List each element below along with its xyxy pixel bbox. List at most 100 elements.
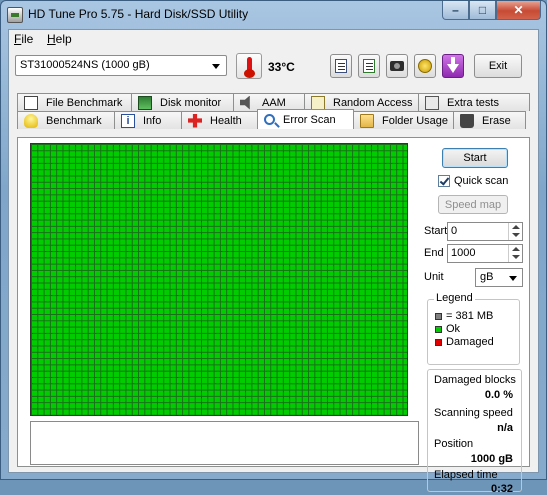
menu-file[interactable]: File [14,32,33,46]
download-button[interactable] [442,54,464,78]
end-input[interactable]: 1000 [447,244,523,263]
tab-health[interactable]: Health [181,111,258,129]
tab-label: Info [143,114,162,127]
trash-icon [460,113,474,128]
options-button[interactable] [414,54,436,78]
tab-folder-usage[interactable]: Folder Usage [353,111,454,129]
drive-select[interactable]: ST31000524NS (1000 gB) [15,55,227,76]
random-access-icon [311,95,325,110]
title-bar[interactable]: HD Tune Pro 5.75 - Hard Disk/SSD Utility… [1,1,546,29]
chevron-down-icon [509,276,517,281]
legend-item-ok: Ok [435,323,460,335]
menu-help[interactable]: Help [47,32,72,46]
end-spinner[interactable] [508,245,522,262]
window-controls: – □ ✕ [442,1,541,20]
start-scan-button[interactable]: Start [442,148,508,168]
menu-help-label: elp [55,32,72,46]
camera-icon [390,61,404,71]
close-icon: ✕ [513,3,524,17]
position-label: Position [434,438,474,450]
legend-swatch-red [435,338,442,346]
unit-label: Unit [424,271,444,283]
thermometer-bulb [244,69,255,78]
end-label: End [424,247,444,259]
screenshot-button[interactable] [386,54,408,78]
tab-label: Erase [482,114,511,127]
end-value: 1000 [451,247,476,259]
tab-label: Random Access [333,96,413,109]
position-value: 1000 gB [470,453,513,465]
speaker-icon [240,95,250,110]
coin-icon [418,59,432,73]
quick-scan-checkbox[interactable]: Quick scan [438,175,508,187]
magnifier-icon [264,114,275,125]
tab-benchmark[interactable]: Benchmark [17,111,115,129]
disk-monitor-icon [138,95,152,110]
tab-error-scan[interactable]: Error Scan [257,109,354,129]
legend-label: Ok [446,323,461,335]
spin-down-icon [512,255,520,259]
unit-value: gB [480,271,494,283]
quick-scan-label: Quick scan [454,175,509,187]
client-area: File Help ST31000524NS (1000 gB) 33°C Ex… [8,29,539,495]
menu-bar: File Help [9,30,538,48]
maximize-icon: □ [478,3,487,17]
drive-select-value: ST31000524NS (1000 gB) [20,59,150,71]
scanning-speed-label: Scanning speed [434,407,513,419]
exit-button[interactable]: Exit [474,54,522,78]
legend-swatch-green [435,325,442,333]
copy-all-document-icon [363,59,375,73]
damaged-blocks-label: Damaged blocks [434,374,516,386]
start-spinner[interactable] [508,223,522,240]
document-benchmark-icon [24,95,38,110]
tab-disk-monitor[interactable]: Disk monitor [131,93,234,111]
tab-info[interactable]: i Info [114,111,182,129]
start-input[interactable]: 0 [447,222,523,241]
scanning-speed-value: n/a [497,422,513,434]
tab-label: Disk monitor [160,96,222,109]
scan-log[interactable] [30,421,419,465]
spin-up-icon [512,225,520,229]
tab-label: File Benchmark [46,96,123,109]
menu-help-accelerator: H [47,32,56,46]
extra-tests-icon [425,95,439,110]
download-arrow-icon [447,56,459,73]
legend: Legend = 381 MB Ok Damaged [427,292,520,365]
lightbulb-icon [24,113,38,128]
tab-erase[interactable]: Erase [453,111,526,129]
legend-label: Damaged [446,336,494,348]
temperature-readout: 33°C [268,60,295,74]
legend-label: = 381 MB [446,310,494,322]
chevron-down-icon [212,64,220,69]
legend-swatch-gray [435,312,442,320]
unit-select[interactable]: gB [475,268,523,287]
copy-all-button[interactable] [358,54,380,78]
copy-info-button[interactable] [330,54,352,78]
legend-item-damaged: Damaged [435,336,494,348]
tab-label: Folder Usage [382,114,449,127]
thermometer-icon [236,53,262,79]
maximize-button[interactable]: □ [469,1,496,20]
start-value: 0 [451,225,458,237]
app-icon [7,7,23,23]
tab-label: AAM [262,96,286,109]
health-cross-icon [188,113,202,128]
error-scan-panel: Start Quick scan Speed map Start 0 End 1… [17,137,530,495]
info-icon: i [121,113,135,128]
app-window: HD Tune Pro 5.75 - Hard Disk/SSD Utility… [0,0,547,495]
tab-extra-tests[interactable]: Extra tests [418,93,530,111]
close-button[interactable]: ✕ [496,1,541,20]
speed-map-button[interactable]: Speed map [438,195,508,214]
checkbox-checked-icon [438,175,450,187]
elapsed-time-value: 0:32 [490,483,513,495]
elapsed-time-label: Elapsed time [434,469,498,481]
scan-statistics: Damaged blocks 0.0 % Scanning speed n/a … [427,369,522,495]
minimize-icon: – [452,3,459,17]
legend-item-block-size: = 381 MB [435,310,493,322]
copy-document-icon [335,59,347,73]
spin-up-icon [512,247,520,251]
minimize-button[interactable]: – [442,1,469,20]
tab-row-bottom: Benchmark i Info Health Error Scan Folde… [17,109,530,129]
menu-file-label: ile [21,32,34,46]
tab-file-benchmark[interactable]: File Benchmark [17,93,132,111]
